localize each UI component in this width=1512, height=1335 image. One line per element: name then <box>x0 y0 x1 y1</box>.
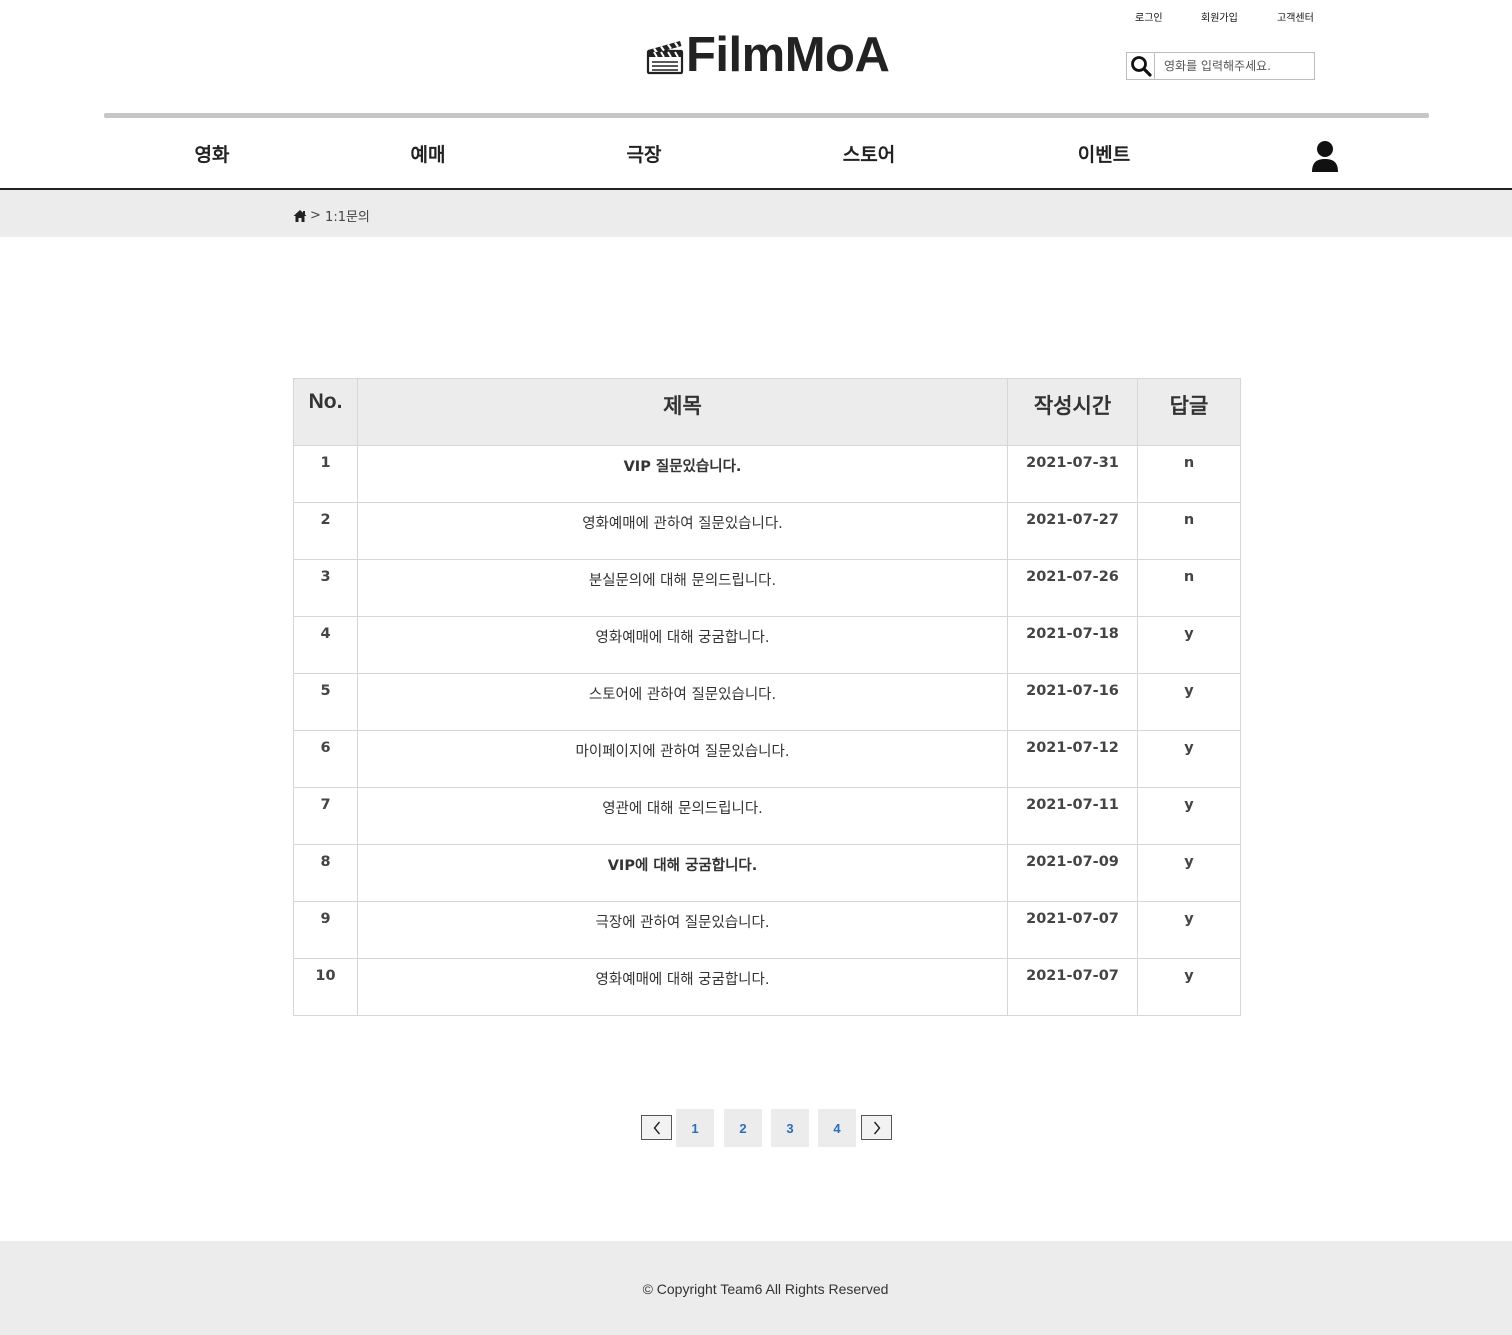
table-row[interactable]: 2 영화예매에 관하여 질문있습니다. 2021-07-27 n <box>293 502 1241 560</box>
row-reply: y <box>1137 730 1241 788</box>
row-no: 9 <box>293 901 358 959</box>
row-no: 2 <box>293 502 358 560</box>
column-header-reply: 답글 <box>1137 378 1241 446</box>
row-reply: y <box>1137 673 1241 731</box>
row-date: 2021-07-11 <box>1007 787 1138 845</box>
nav-item-booking[interactable]: 예매 <box>411 143 446 167</box>
footer: © Copyright Team6 All Rights Reserved <box>0 1241 1512 1335</box>
utility-links: 로그인 회원가입 고객센터 <box>1124 9 1324 24</box>
customer-center-link[interactable]: 고객센터 <box>1277 9 1314 24</box>
copyright-text: © Copyright Team6 All Rights Reserved <box>642 1281 889 1297</box>
breadcrumb-separator: > <box>310 208 321 223</box>
row-reply: y <box>1137 787 1241 845</box>
row-reply: n <box>1137 559 1241 617</box>
table-row[interactable]: 1 VIP 질문있습니다. 2021-07-31 n <box>293 445 1241 503</box>
next-page-button[interactable] <box>861 1115 892 1140</box>
page-link-1[interactable]: 1 <box>676 1109 714 1147</box>
row-no: 5 <box>293 673 358 731</box>
logo-text: FilmMoA <box>686 28 890 82</box>
inquiry-table: No. 제목 작성시간 답글 1 VIP 질문있습니다. 2021-07-31 … <box>293 378 1241 1016</box>
search-button[interactable] <box>1127 53 1155 79</box>
row-title-link[interactable]: 극장에 관하여 질문있습니다. <box>596 915 770 931</box>
row-date: 2021-07-12 <box>1007 730 1138 788</box>
row-date: 2021-07-07 <box>1007 958 1138 1016</box>
row-reply: n <box>1137 445 1241 503</box>
chevron-left-icon <box>653 1121 660 1134</box>
row-reply: y <box>1137 901 1241 959</box>
home-icon[interactable] <box>293 209 307 223</box>
prev-page-button[interactable] <box>641 1115 672 1140</box>
table-row[interactable]: 5 스토어에 관하여 질문있습니다. 2021-07-16 y <box>293 673 1241 731</box>
row-reply: y <box>1137 844 1241 902</box>
row-reply: n <box>1137 502 1241 560</box>
chevron-right-icon <box>873 1121 880 1134</box>
breadcrumb-bar: > 1:1문의 <box>0 190 1512 237</box>
breadcrumb-current: 1:1문의 <box>325 210 370 225</box>
row-no: 7 <box>293 787 358 845</box>
row-no: 1 <box>293 445 358 503</box>
row-no: 4 <box>293 616 358 674</box>
row-no: 6 <box>293 730 358 788</box>
row-date: 2021-07-09 <box>1007 844 1138 902</box>
table-header-row: No. 제목 작성시간 답글 <box>293 378 1241 446</box>
header-divider <box>104 113 1429 118</box>
signup-link[interactable]: 회원가입 <box>1201 9 1238 24</box>
site-logo[interactable]: FilmMoA <box>646 28 890 82</box>
row-title-link[interactable]: 영화예매에 대해 궁굼합니다. <box>596 630 770 646</box>
search-icon <box>1130 56 1152 77</box>
row-date: 2021-07-18 <box>1007 616 1138 674</box>
page-link-2[interactable]: 2 <box>724 1109 762 1147</box>
row-reply: y <box>1137 958 1241 1016</box>
row-title-link[interactable]: 영화예매에 관하여 질문있습니다. <box>582 516 783 532</box>
row-date: 2021-07-26 <box>1007 559 1138 617</box>
row-title-link[interactable]: 영관에 대해 문의드립니다. <box>602 801 763 817</box>
table-row[interactable]: 6 마이페이지에 관하여 질문있습니다. 2021-07-12 y <box>293 730 1241 788</box>
table-row[interactable]: 10 영화예매에 대해 궁굼합니다. 2021-07-07 y <box>293 958 1241 1016</box>
row-date: 2021-07-16 <box>1007 673 1138 731</box>
row-date: 2021-07-27 <box>1007 502 1138 560</box>
column-header-date: 작성시간 <box>1007 378 1138 446</box>
breadcrumb: > 1:1문의 <box>293 206 370 225</box>
table-row[interactable]: 9 극장에 관하여 질문있습니다. 2021-07-07 y <box>293 901 1241 959</box>
search-input[interactable] <box>1155 53 1314 79</box>
page-link-3[interactable]: 3 <box>771 1109 809 1147</box>
clapperboard-icon <box>646 41 684 75</box>
page-link-4[interactable]: 4 <box>818 1109 856 1147</box>
table-row[interactable]: 8 VIP에 대해 궁굼합니다. 2021-07-09 y <box>293 844 1241 902</box>
table-row[interactable]: 4 영화예매에 대해 궁굼합니다. 2021-07-18 y <box>293 616 1241 674</box>
user-icon[interactable] <box>1311 140 1339 172</box>
search-box <box>1126 52 1315 80</box>
row-reply: y <box>1137 616 1241 674</box>
row-title-link[interactable]: VIP 질문있습니다. <box>624 459 742 475</box>
row-title-link[interactable]: 마이페이지에 관하여 질문있습니다. <box>576 744 790 760</box>
table-row[interactable]: 3 분실문의에 대해 문의드립니다. 2021-07-26 n <box>293 559 1241 617</box>
row-no: 3 <box>293 559 358 617</box>
row-no: 8 <box>293 844 358 902</box>
row-title-link[interactable]: VIP에 대해 궁굼합니다. <box>608 858 758 874</box>
row-no: 10 <box>293 958 358 1016</box>
row-title-link[interactable]: 분실문의에 대해 문의드립니다. <box>589 573 776 589</box>
table-row[interactable]: 7 영관에 대해 문의드립니다. 2021-07-11 y <box>293 787 1241 845</box>
row-title-link[interactable]: 영화예매에 대해 궁굼합니다. <box>596 972 770 988</box>
nav-item-store[interactable]: 스토어 <box>843 143 895 167</box>
column-header-no: No. <box>293 378 358 446</box>
row-date: 2021-07-07 <box>1007 901 1138 959</box>
row-date: 2021-07-31 <box>1007 445 1138 503</box>
column-header-title: 제목 <box>357 378 1008 446</box>
row-title-link[interactable]: 스토어에 관하여 질문있습니다. <box>589 687 776 703</box>
nav-item-event[interactable]: 이벤트 <box>1078 143 1130 167</box>
login-link[interactable]: 로그인 <box>1135 9 1163 24</box>
nav-item-theater[interactable]: 극장 <box>627 143 662 167</box>
nav-item-movie[interactable]: 영화 <box>195 143 230 167</box>
